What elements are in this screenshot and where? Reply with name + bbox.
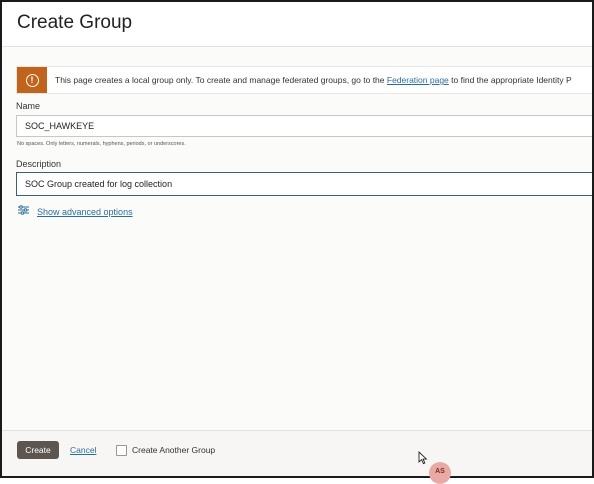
banner-text-after: to find the appropriate Identity P <box>448 75 572 85</box>
cancel-link[interactable]: Cancel <box>70 445 96 455</box>
name-input[interactable]: SOC_HAWKEYE <box>16 115 592 137</box>
panel-header: Create Group <box>2 2 592 47</box>
show-advanced-options-label: Show advanced options <box>37 206 133 217</box>
show-advanced-options-link[interactable]: Show advanced options <box>18 205 133 218</box>
banner-message: This page creates a local group only. To… <box>47 75 572 85</box>
banner-icon-container: ! <box>17 67 47 93</box>
mouse-cursor-icon <box>418 451 428 465</box>
name-input-value: SOC_HAWKEYE <box>25 121 95 131</box>
description-label: Description <box>16 159 62 169</box>
panel-footer: Create Cancel Create Another Group <box>2 430 592 476</box>
page-title: Create Group <box>17 12 133 33</box>
federation-page-link[interactable]: Federation page <box>387 75 449 85</box>
create-group-panel: Create Group ! This page creates a local… <box>0 0 594 478</box>
info-banner: ! This page creates a local group only. … <box>16 66 592 94</box>
avatar[interactable]: AS <box>429 462 451 484</box>
name-hint: No spaces. Only letters, numerals, hyphe… <box>17 141 186 147</box>
banner-text-before: This page creates a local group only. To… <box>55 75 387 85</box>
create-button[interactable]: Create <box>17 441 59 459</box>
create-another-checkbox[interactable] <box>116 445 127 456</box>
description-input-value: SOC Group created for log collection <box>25 179 173 189</box>
sliders-icon <box>18 205 29 218</box>
create-another-label: Create Another Group <box>132 445 216 455</box>
description-input[interactable]: SOC Group created for log collection <box>16 172 592 196</box>
warning-icon: ! <box>25 73 39 87</box>
name-label: Name <box>16 101 41 111</box>
